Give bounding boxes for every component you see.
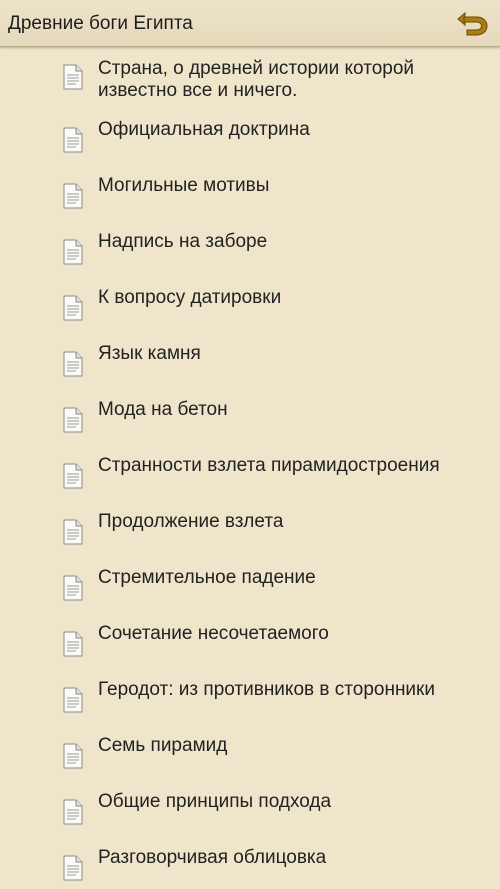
- list-item-label: Язык камня: [98, 343, 201, 364]
- list-item-label: Стремительное падение: [98, 567, 316, 588]
- list-item[interactable]: К вопросу датировки: [0, 285, 500, 339]
- list-item[interactable]: Могильные мотивы: [0, 173, 500, 227]
- list-item-label: Разговорчивая облицовка: [98, 847, 327, 868]
- document-icon: [62, 239, 84, 265]
- list-item-label: Общие принципы подхода: [98, 791, 332, 812]
- list-item-label: Странности взлета пирамидостроения: [98, 455, 440, 476]
- document-icon: [62, 855, 84, 881]
- document-icon: [62, 64, 84, 90]
- list-item[interactable]: Мода на бетон: [0, 397, 500, 451]
- document-icon: [62, 407, 84, 433]
- list-item[interactable]: Страна, о древней истории которой извест…: [0, 48, 500, 114]
- list-item-label: Могильные мотивы: [98, 175, 270, 196]
- list-item-label: К вопросу датировки: [98, 287, 282, 308]
- document-icon: [62, 519, 84, 545]
- list-item[interactable]: Семь пирамид: [0, 733, 500, 787]
- list-item-label: Мода на бетон: [98, 399, 228, 420]
- app-bar: Древние боги Египта: [0, 0, 500, 47]
- document-icon: [62, 575, 84, 601]
- document-icon: [62, 743, 84, 769]
- list-item[interactable]: Стремительное падение: [0, 565, 500, 619]
- list-item[interactable]: Разговорчивая облицовка: [0, 845, 500, 889]
- list-item-label: Надпись на заборе: [98, 231, 268, 252]
- list-item-label: Продолжение взлета: [98, 511, 284, 532]
- list-item[interactable]: Общие принципы подхода: [0, 789, 500, 843]
- document-icon: [62, 687, 84, 713]
- list-item-label: Страна, о древней истории которой извест…: [98, 58, 415, 101]
- list-item[interactable]: Язык камня: [0, 341, 500, 395]
- document-icon: [62, 183, 84, 209]
- document-icon: [62, 799, 84, 825]
- document-icon: [62, 127, 84, 153]
- document-icon: [62, 351, 84, 377]
- list-item[interactable]: Геродот: из противников в сторонники: [0, 677, 500, 731]
- list-item[interactable]: Сочетание несочетаемого: [0, 621, 500, 675]
- list-item-label: Геродот: из противников в сторонники: [98, 679, 435, 700]
- list-item[interactable]: Странности взлета пирамидостроения: [0, 453, 500, 507]
- screen: Древние боги Египта Страна, о древней ис…: [0, 0, 500, 889]
- list-item-label: Сочетание несочетаемого: [98, 623, 329, 644]
- list-item[interactable]: Официальная доктрина: [0, 117, 500, 171]
- list-item[interactable]: Надпись на заборе: [0, 229, 500, 283]
- list-item[interactable]: Продолжение взлета: [0, 509, 500, 563]
- list-item-label: Официальная доктрина: [98, 119, 310, 140]
- app-title: Древние боги Египта: [8, 13, 193, 34]
- document-icon: [62, 295, 84, 321]
- back-button[interactable]: [456, 7, 490, 39]
- document-icon: [62, 463, 84, 489]
- back-arrow-icon: [457, 11, 488, 36]
- list-item-label: Семь пирамид: [98, 735, 228, 756]
- document-icon: [62, 631, 84, 657]
